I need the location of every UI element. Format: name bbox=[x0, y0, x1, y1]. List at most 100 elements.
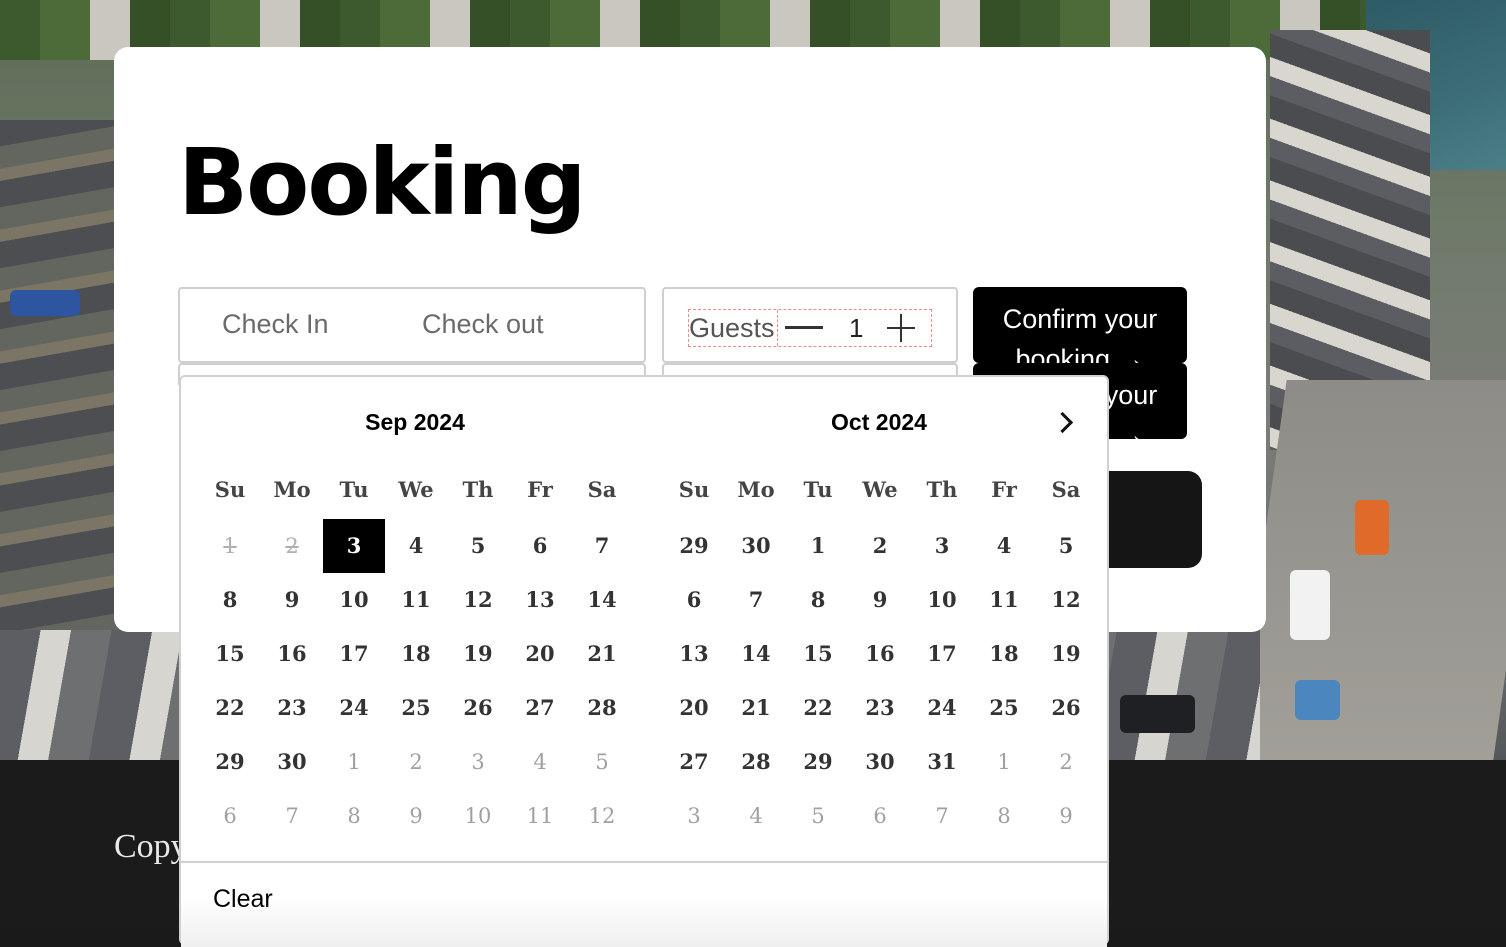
calendar-day[interactable]: 26 bbox=[1035, 681, 1097, 735]
calendar-day[interactable]: 11 bbox=[385, 573, 447, 627]
calendar-day[interactable]: 7 bbox=[261, 789, 323, 843]
weekday-label: Su bbox=[214, 477, 246, 502]
calendar-day[interactable]: 30 bbox=[261, 735, 323, 789]
photo-car bbox=[1355, 500, 1389, 555]
calendar-day[interactable]: 1 bbox=[787, 519, 849, 573]
date-range-field[interactable]: Check In Check out bbox=[178, 287, 646, 363]
calendar-day[interactable]: 8 bbox=[787, 573, 849, 627]
calendar-day[interactable]: 4 bbox=[385, 519, 447, 573]
calendar-day[interactable]: 27 bbox=[509, 681, 571, 735]
calendar-day[interactable]: 27 bbox=[663, 735, 725, 789]
calendar-day[interactable]: 31 bbox=[911, 735, 973, 789]
check-out-input[interactable]: Check out bbox=[422, 309, 544, 340]
calendar-day-selected[interactable]: 3 bbox=[323, 519, 385, 573]
calendar-day[interactable]: 3 bbox=[447, 735, 509, 789]
calendar-day[interactable]: 12 bbox=[1035, 573, 1097, 627]
calendar-day[interactable]: 11 bbox=[973, 573, 1035, 627]
calendar-day[interactable]: 25 bbox=[385, 681, 447, 735]
calendar-day[interactable]: 4 bbox=[973, 519, 1035, 573]
calendar-day[interactable]: 20 bbox=[663, 681, 725, 735]
guests-field: Guests 1 bbox=[662, 287, 958, 363]
calendar-day[interactable]: 6 bbox=[509, 519, 571, 573]
calendar-day[interactable]: 25 bbox=[973, 681, 1035, 735]
calendar-day[interactable]: 21 bbox=[571, 627, 633, 681]
calendar-day[interactable]: 9 bbox=[1035, 789, 1097, 843]
calendar-day[interactable]: 26 bbox=[447, 681, 509, 735]
calendar-day[interactable]: 3 bbox=[663, 789, 725, 843]
calendar-day[interactable]: 9 bbox=[385, 789, 447, 843]
calendar-day[interactable]: 8 bbox=[973, 789, 1035, 843]
calendar-day[interactable]: 3 bbox=[911, 519, 973, 573]
calendar-day[interactable]: 2 bbox=[849, 519, 911, 573]
calendar-day[interactable]: 13 bbox=[663, 627, 725, 681]
calendar-day[interactable]: 7 bbox=[725, 573, 787, 627]
calendar-day[interactable]: 2 bbox=[385, 735, 447, 789]
calendar-day[interactable]: 6 bbox=[663, 573, 725, 627]
calendar-day[interactable]: 18 bbox=[385, 627, 447, 681]
calendar-day[interactable]: 17 bbox=[323, 627, 385, 681]
clear-button[interactable]: Clear bbox=[213, 885, 273, 914]
calendar-day[interactable]: 4 bbox=[509, 735, 571, 789]
calendar-day[interactable]: 5 bbox=[787, 789, 849, 843]
minus-icon[interactable] bbox=[785, 326, 823, 329]
calendar-day[interactable]: 16 bbox=[261, 627, 323, 681]
guests-label: Guests bbox=[689, 310, 778, 346]
calendar-day[interactable]: 29 bbox=[199, 735, 261, 789]
check-in-input[interactable]: Check In bbox=[222, 309, 329, 340]
calendar-day[interactable]: 13 bbox=[509, 573, 571, 627]
calendar-day[interactable]: 12 bbox=[447, 573, 509, 627]
calendar-day[interactable]: 15 bbox=[787, 627, 849, 681]
calendar-day[interactable]: 28 bbox=[725, 735, 787, 789]
calendar-day[interactable]: 15 bbox=[199, 627, 261, 681]
calendar-day[interactable]: 2 bbox=[1035, 735, 1097, 789]
calendar-day[interactable]: 4 bbox=[725, 789, 787, 843]
calendar-day[interactable]: 10 bbox=[323, 573, 385, 627]
calendar-day[interactable]: 7 bbox=[571, 519, 633, 573]
calendar-day[interactable]: 11 bbox=[509, 789, 571, 843]
calendar-day[interactable]: 6 bbox=[849, 789, 911, 843]
calendar-day[interactable]: 9 bbox=[261, 573, 323, 627]
calendar-day[interactable]: 10 bbox=[447, 789, 509, 843]
weekday-label: We bbox=[862, 477, 898, 502]
chevron-right-icon[interactable] bbox=[1051, 409, 1079, 437]
calendar-day[interactable]: 5 bbox=[447, 519, 509, 573]
calendar-day[interactable]: 1 bbox=[323, 735, 385, 789]
calendar-day[interactable]: 20 bbox=[509, 627, 571, 681]
calendar-day[interactable]: 7 bbox=[911, 789, 973, 843]
calendar-day[interactable]: 14 bbox=[571, 573, 633, 627]
calendar-day[interactable]: 16 bbox=[849, 627, 911, 681]
calendar-day[interactable]: 9 bbox=[849, 573, 911, 627]
calendar-day[interactable]: 28 bbox=[571, 681, 633, 735]
calendar-day[interactable]: 21 bbox=[725, 681, 787, 735]
calendar-day[interactable]: 24 bbox=[911, 681, 973, 735]
calendar-day[interactable]: 24 bbox=[323, 681, 385, 735]
weekday-label: We bbox=[398, 477, 434, 502]
calendar-day[interactable]: 6 bbox=[199, 789, 261, 843]
calendar-day[interactable]: 30 bbox=[849, 735, 911, 789]
calendar-day[interactable]: 10 bbox=[911, 573, 973, 627]
calendar-day[interactable]: 1 bbox=[973, 735, 1035, 789]
plus-icon[interactable] bbox=[887, 314, 915, 342]
calendar-day[interactable]: 30 bbox=[725, 519, 787, 573]
calendar-day[interactable]: 29 bbox=[787, 735, 849, 789]
calendar-day[interactable]: 17 bbox=[911, 627, 973, 681]
date-picker: Sep 2024 Su Mo Tu We Th Fr Sa 1 2 3 4 5 6 7 8 9 10 11 12 1… bbox=[179, 375, 1109, 947]
calendar-day[interactable]: 29 bbox=[663, 519, 725, 573]
calendar-day[interactable]: 22 bbox=[787, 681, 849, 735]
calendar-day[interactable]: 5 bbox=[571, 735, 633, 789]
calendar-day[interactable]: 8 bbox=[199, 573, 261, 627]
calendar-day[interactable]: 22 bbox=[199, 681, 261, 735]
calendar-day[interactable]: 19 bbox=[447, 627, 509, 681]
calendar-day[interactable]: 5 bbox=[1035, 519, 1097, 573]
calendar-day[interactable]: 8 bbox=[323, 789, 385, 843]
calendar-day[interactable]: 14 bbox=[725, 627, 787, 681]
guests-count: 1 bbox=[849, 313, 864, 343]
calendar-day[interactable]: 12 bbox=[571, 789, 633, 843]
calendar-day[interactable]: 18 bbox=[973, 627, 1035, 681]
confirm-booking-button[interactable]: Confirm your booking → bbox=[973, 287, 1187, 363]
weekday-label: Mo bbox=[737, 477, 775, 502]
photo-car bbox=[1120, 695, 1195, 733]
calendar-day[interactable]: 23 bbox=[261, 681, 323, 735]
calendar-day[interactable]: 19 bbox=[1035, 627, 1097, 681]
calendar-day[interactable]: 23 bbox=[849, 681, 911, 735]
